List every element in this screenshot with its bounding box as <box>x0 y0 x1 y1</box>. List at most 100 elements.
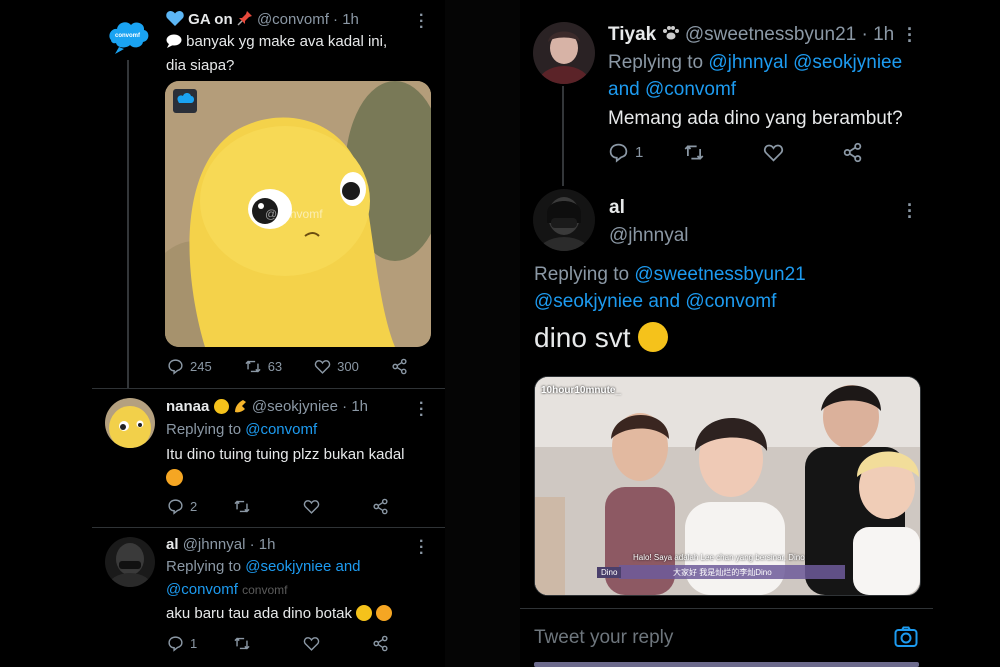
retweet-button[interactable] <box>233 635 251 652</box>
reply-icon <box>168 636 183 652</box>
post-time[interactable]: · 1h <box>333 11 359 28</box>
post-text-line2: dia siapa? <box>166 57 235 74</box>
reply-text: Itu dino tuing tuing plzz bukan kadal <box>166 446 405 463</box>
retweet-icon <box>245 360 261 373</box>
retweet-icon <box>234 500 250 513</box>
author-handle[interactable]: @seokjyniee <box>252 398 338 415</box>
thread-line <box>127 58 129 388</box>
reply-text: aku baru tau ada dino botak <box>166 605 352 622</box>
reply-icon <box>168 359 183 375</box>
share-button[interactable] <box>372 635 389 652</box>
camera-icon[interactable] <box>894 626 918 653</box>
reply-actions: 2 <box>167 498 421 515</box>
like-button[interactable] <box>763 142 784 163</box>
like-icon <box>304 637 320 651</box>
image-watermark: convomf <box>242 583 288 597</box>
like-icon <box>764 144 784 162</box>
share-button[interactable] <box>391 358 408 375</box>
screenshot-gap <box>445 0 520 667</box>
crying-emoji-icon <box>376 605 393 621</box>
video-watermark: 10hour10mnute_ <box>541 385 622 396</box>
author-name[interactable]: al <box>609 197 625 219</box>
reply-button[interactable]: 1 <box>608 142 643 163</box>
post-time[interactable]: · 1h <box>861 24 894 45</box>
thread-line <box>562 86 564 186</box>
replying-label: Replying to <box>166 558 242 575</box>
mention-link[interactable]: @seokjyniee and @convomf <box>534 291 776 313</box>
more-icon[interactable]: · · · <box>419 8 424 36</box>
reply-count: 245 <box>190 359 212 374</box>
tweet-text: dino svt <box>534 322 631 353</box>
post-time[interactable]: · 1h <box>342 398 368 415</box>
pin-icon <box>237 11 252 26</box>
replying-label: Replying to <box>166 421 242 438</box>
mention-link[interactable]: @sweetnessbyun21 <box>634 264 805 285</box>
avatar-convomf[interactable]: convomf <box>105 14 151 60</box>
heart-icon <box>166 11 184 26</box>
divider <box>92 527 445 528</box>
retweet-button[interactable] <box>233 498 251 515</box>
right-screenshot-panel: Tiyak @sweetnessbyun21 · 1h · · · Replying… <box>520 0 933 667</box>
reply-header: Tiyak @sweetnessbyun21 · 1h <box>608 24 894 46</box>
author-handle[interactable]: @jhnnyal <box>609 225 689 247</box>
avatar-seokjyniee[interactable] <box>105 398 155 448</box>
video-label: Dino <box>597 567 622 578</box>
paw-icon <box>662 26 679 40</box>
share-button[interactable] <box>372 498 389 515</box>
replying-to: Replying to @seokjyniee and <box>166 558 361 575</box>
avatar-jhnnyal[interactable] <box>105 537 155 587</box>
retweet-icon <box>234 637 250 650</box>
reply-button[interactable]: 2 <box>167 498 197 515</box>
more-icon[interactable]: · · · <box>419 396 424 424</box>
reply2-header: al @jhnnyal · 1h <box>166 536 275 553</box>
reply-compose-input[interactable]: Tweet your reply <box>534 627 673 649</box>
post-time[interactable]: · 1h <box>250 536 276 553</box>
reply-button[interactable]: 245 <box>167 358 212 375</box>
share-icon <box>373 498 388 515</box>
share-icon <box>373 635 388 652</box>
reply-actions: 1 <box>608 142 895 163</box>
image-watermark: @convomf <box>265 207 323 221</box>
author-name[interactable]: Tiyak <box>608 24 656 45</box>
more-icon[interactable]: · · · <box>419 534 424 562</box>
avatar-jhnnyal[interactable] <box>533 189 595 251</box>
more-icon[interactable]: · · · <box>907 20 913 50</box>
retweet-icon <box>684 145 704 160</box>
author-handle[interactable]: @sweetnessbyun21 <box>685 24 856 45</box>
next-media-preview <box>534 662 919 667</box>
mention-link[interactable]: @convomf <box>245 421 317 438</box>
like-button[interactable] <box>303 635 320 652</box>
tweet-media-image[interactable]: 10hour10mnute_ Dino Halo! Saya adalah Le… <box>534 376 921 596</box>
more-icon[interactable]: · · · <box>907 196 913 226</box>
share-button[interactable] <box>842 142 863 163</box>
pinched-hand-icon <box>234 400 246 413</box>
mention-link[interactable]: @convomf <box>166 581 238 598</box>
pensive-emoji-icon <box>638 322 669 352</box>
video-subtitle-cn: 大家好 我是灿烂的李灿Dino <box>673 568 772 577</box>
left-screenshot-panel: convomf GA on @convomf · 1h · · · banyak y… <box>92 0 445 667</box>
post-header: GA on @convomf · 1h <box>166 10 359 28</box>
reply-count: 1 <box>190 636 198 651</box>
author-name[interactable]: GA on <box>188 11 232 28</box>
retweet-button[interactable] <box>683 142 705 163</box>
mention-link[interactable]: and @convomf <box>608 79 736 101</box>
reply-button[interactable]: 1 <box>167 635 197 652</box>
like-button[interactable] <box>303 498 320 515</box>
reply1-header: nanaa @seokjyniee · 1h <box>166 398 368 415</box>
author-name[interactable]: al <box>166 536 179 553</box>
author-handle[interactable]: @jhnnyal <box>183 536 246 553</box>
author-handle[interactable]: @convomf <box>257 11 329 28</box>
reply-count: 2 <box>190 499 198 514</box>
author-name[interactable]: nanaa <box>166 398 209 415</box>
divider <box>520 608 933 609</box>
post-image[interactable]: @convomf <box>165 81 431 347</box>
retweet-button[interactable]: 63 <box>244 358 282 375</box>
reply-count: 1 <box>635 144 644 161</box>
replying-label: Replying to <box>608 52 704 73</box>
mention-link[interactable]: @seokjyniee and <box>245 558 360 575</box>
avatar-sweetnessbyun21[interactable] <box>533 22 595 84</box>
replying-to: Replying to @jhnnyal @seokjyniee <box>608 52 902 74</box>
crying-emoji-icon <box>166 469 183 488</box>
mention-link[interactable]: @jhnnyal @seokjyniee <box>708 52 902 73</box>
like-button[interactable]: 300 <box>314 358 359 375</box>
